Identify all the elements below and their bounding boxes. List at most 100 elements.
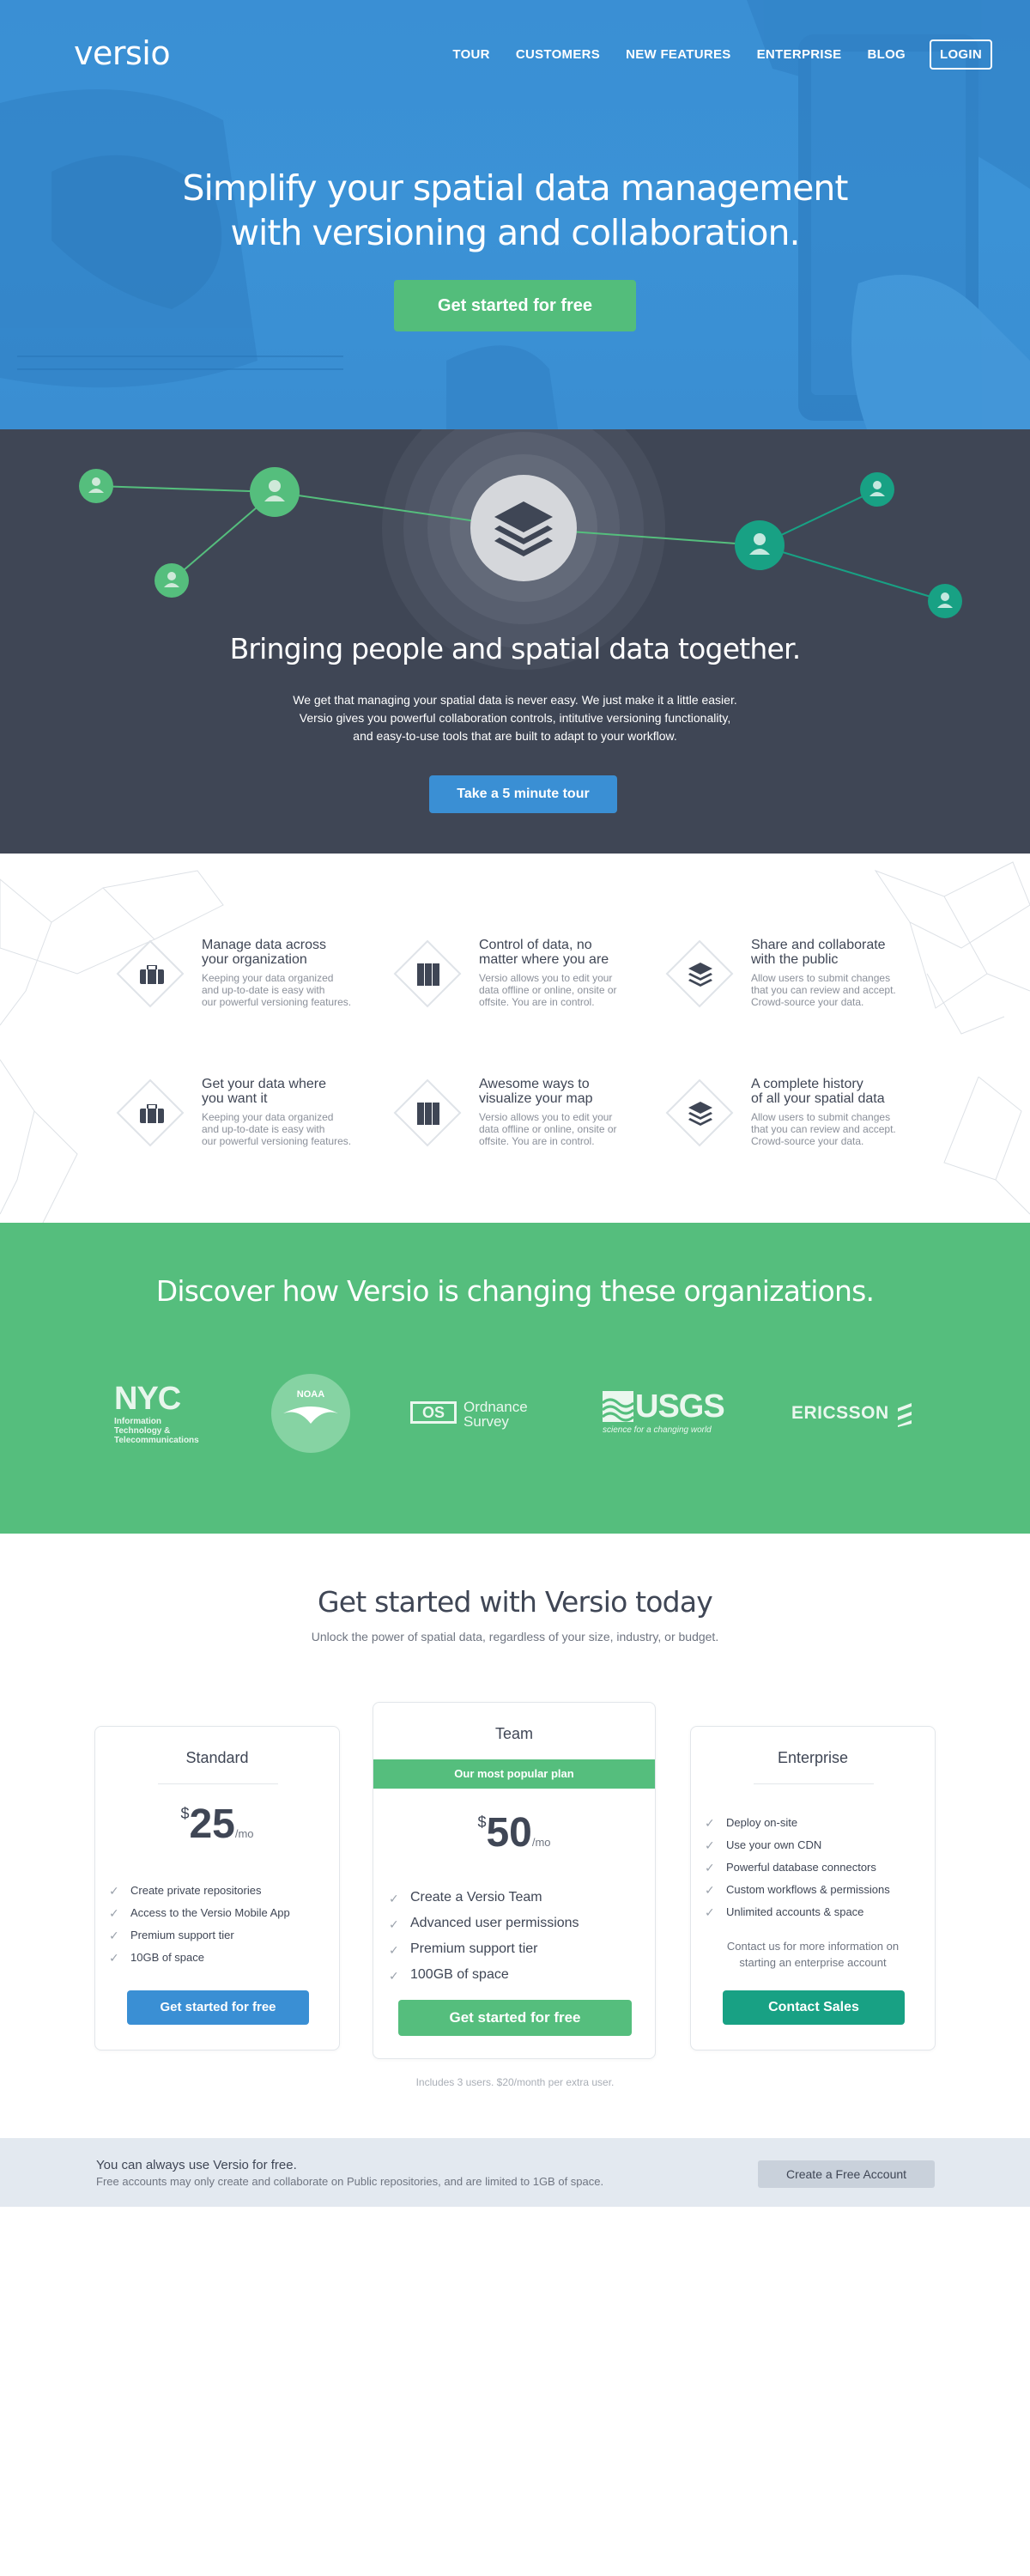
nav-tour[interactable]: TOUR xyxy=(452,47,489,62)
feature-visualize-map: Awesome ways to visualize your map Versio… xyxy=(391,1077,649,1154)
plan-feature: ✓ 10GB of space xyxy=(109,1947,290,1969)
network-section: Bringing people and spatial data togethe… xyxy=(0,429,1030,854)
check-icon: ✓ xyxy=(705,1883,715,1897)
plan-feature: ✓ 100GB of space xyxy=(389,1962,579,1988)
plan-team-card: Team Our most popular plan $50/mo ✓ Creat… xyxy=(373,1702,656,2059)
plan-standard-card: Standard $25/mo ✓ Create private reposito… xyxy=(94,1726,340,2050)
plan-feature: ✓ Advanced user permissions xyxy=(389,1911,579,1936)
feature-manage-data: Manage data across your organization Keep… xyxy=(114,938,372,1015)
check-icon: ✓ xyxy=(389,1943,399,1957)
check-icon: ✓ xyxy=(109,1906,119,1920)
nav-enterprise[interactable]: ENTERPRISE xyxy=(757,47,842,62)
network-desc-line2: Versio gives you powerful collaboration … xyxy=(299,711,731,725)
hero-title-line1: Simplify your spatial data management xyxy=(182,167,849,209)
team-get-started-button[interactable]: Get started for free xyxy=(398,2000,632,2036)
network-title: Bringing people and spatial data togethe… xyxy=(229,632,802,665)
feature-title: Manage data across your organization xyxy=(202,938,326,967)
feature-title: Awesome ways to visualize your map xyxy=(479,1077,593,1106)
feature-control-data: Control of data, no matter where you are … xyxy=(391,938,649,1015)
plan-feature: ✓ Custom workflows & permissions xyxy=(705,1879,890,1901)
check-icon: ✓ xyxy=(109,1929,119,1942)
feature-title: Control of data, no matter where you are xyxy=(479,938,609,967)
layers-icon xyxy=(688,963,712,987)
plan-enterprise-card: Enterprise ✓ Deploy on-site ✓ Use your own… xyxy=(690,1726,936,2050)
plan-name: Standard xyxy=(185,1749,249,1766)
versio-logo[interactable]: versio xyxy=(74,34,171,72)
plan-feature-list: ✓ Deploy on-site ✓ Use your own CDN ✓ Power… xyxy=(705,1812,890,1923)
plan-feature-list: ✓ Create private repositories ✓ Access to … xyxy=(109,1880,290,1969)
feature-get-data: Get your data where you want it Keeping y… xyxy=(114,1077,372,1154)
book-icon xyxy=(417,963,439,986)
briefcase-icon xyxy=(140,1104,164,1123)
plan-feature: ✓ Use your own CDN xyxy=(705,1834,890,1856)
feature-description: Versio allows you to edit your data offli… xyxy=(479,972,617,1008)
organizations-section: Discover how Versio is changing these or… xyxy=(0,1223,1030,1534)
main-nav: TOUR CUSTOMERS NEW FEATURES ENTERPRISE B… xyxy=(427,39,992,70)
plan-feature: ✓ Deploy on-site xyxy=(705,1812,890,1834)
feature-title: Get your data where you want it xyxy=(202,1077,326,1106)
plan-feature: ✓ Premium support tier xyxy=(389,1936,579,1962)
plan-feature: ✓ Access to the Versio Mobile App xyxy=(109,1902,290,1924)
free-account-banner: You can always use Versio for free. Free… xyxy=(0,2138,1030,2207)
plan-feature: ✓ Powerful database connectors xyxy=(705,1856,890,1879)
get-started-button[interactable]: Get started for free xyxy=(394,280,636,331)
contact-sales-button[interactable]: Contact Sales xyxy=(723,1990,905,2025)
noaa-bird-icon xyxy=(283,1406,338,1424)
ordnance-survey-logo: OS Ordnance Survey xyxy=(410,1398,539,1432)
network-desc-line1: We get that managing your spatial data i… xyxy=(293,693,737,707)
plan-divider xyxy=(158,1783,278,1784)
feature-description: Keeping your data organized and up-to-dat… xyxy=(202,972,352,1008)
plan-divider xyxy=(754,1783,874,1784)
plan-feature: ✓ Create a Versio Team xyxy=(389,1885,579,1911)
feature-history: A complete history of all your spatial da… xyxy=(663,1077,921,1154)
features-section: Manage data across your organization Keep… xyxy=(0,854,1030,1223)
briefcase-icon xyxy=(140,965,164,984)
network-description: We get that managing your spatial data i… xyxy=(258,691,772,745)
check-icon: ✓ xyxy=(705,1861,715,1874)
nav-new-features[interactable]: NEW FEATURES xyxy=(626,47,731,62)
check-icon: ✓ xyxy=(705,1838,715,1852)
popular-plan-badge: Our most popular plan xyxy=(373,1759,655,1789)
feature-title: A complete history of all your spatial da… xyxy=(751,1077,885,1106)
ericsson-mark-icon xyxy=(898,1403,912,1427)
feature-description: Allow users to submit changes that you ca… xyxy=(751,972,896,1008)
usgs-logo: USGS science for a changing world xyxy=(603,1388,725,1435)
organizations-title: Discover how Versio is changing these or… xyxy=(155,1274,875,1308)
feature-description: Allow users to submit changes that you ca… xyxy=(751,1111,896,1147)
nav-blog[interactable]: BLOG xyxy=(867,47,906,62)
layers-icon xyxy=(688,1102,712,1126)
hero-title: Simplify your spatial data management wi… xyxy=(0,166,1030,255)
login-button[interactable]: LOGIN xyxy=(930,39,992,70)
standard-get-started-button[interactable]: Get started for free xyxy=(127,1990,309,2025)
noaa-logo: NOAA xyxy=(271,1374,350,1453)
hero-title-line2: with versioning and collaboration. xyxy=(230,212,801,253)
ericsson-logo: ERICSSON xyxy=(791,1403,920,1429)
plan-price: $50/mo xyxy=(477,1810,551,1856)
feature-description: Versio allows you to edit your data offli… xyxy=(479,1111,617,1147)
plan-name: Team xyxy=(494,1725,533,1742)
tour-button[interactable]: Take a 5 minute tour xyxy=(429,775,617,813)
plan-feature: ✓ Create private repositories xyxy=(109,1880,290,1902)
plan-price: $25/mo xyxy=(180,1801,254,1847)
plan-feature-list: ✓ Create a Versio Team ✓ Advanced user per… xyxy=(389,1885,579,1988)
feature-share-collaborate: Share and collaborate with the public All… xyxy=(663,938,921,1015)
free-banner-body: Free accounts may only create and collab… xyxy=(96,2175,604,2188)
plan-feature: ✓ Unlimited accounts & space xyxy=(705,1901,890,1923)
check-icon: ✓ xyxy=(389,1917,399,1931)
network-desc-line3: and easy-to-use tools that are built to … xyxy=(353,729,677,743)
usgs-wave-icon xyxy=(603,1391,633,1422)
hero-section: versio TOUR CUSTOMERS NEW FEATURES ENTER… xyxy=(0,0,1030,429)
check-icon: ✓ xyxy=(109,1884,119,1898)
nyc-logo: NYC Information Technology & Telecommunica… xyxy=(114,1381,199,1445)
check-icon: ✓ xyxy=(705,1905,715,1919)
nav-customers[interactable]: CUSTOMERS xyxy=(516,47,600,62)
pricing-subtitle: Unlock the power of spatial data, regard… xyxy=(311,1630,719,1643)
check-icon: ✓ xyxy=(389,1892,399,1905)
polygon-background xyxy=(0,861,1030,1223)
feature-title: Share and collaborate with the public xyxy=(751,938,886,967)
create-free-account-button[interactable]: Create a Free Account xyxy=(758,2160,935,2188)
free-banner-title: You can always use Versio for free. xyxy=(96,2158,297,2172)
plan-name: Enterprise xyxy=(777,1749,849,1766)
enterprise-note: Contact us for more information on starti… xyxy=(726,1940,900,1969)
feature-description: Keeping your data organized and up-to-dat… xyxy=(202,1111,352,1147)
